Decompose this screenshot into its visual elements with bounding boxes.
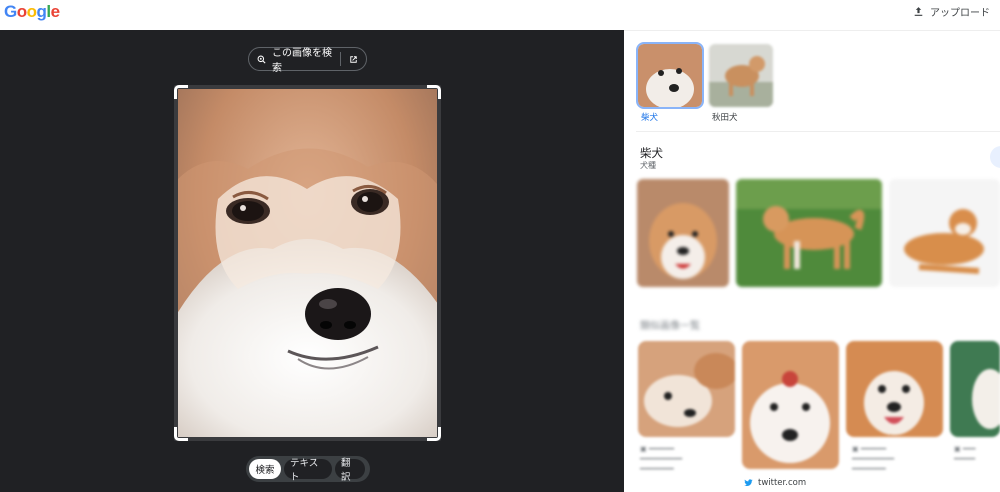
source-twitter[interactable]: twitter.com: [744, 478, 806, 488]
search-this-image-label: この画像を検索: [272, 48, 332, 74]
shiba-photo: [178, 89, 437, 437]
crop-handle-top-right[interactable]: [427, 85, 441, 99]
twitter-bird-icon: [744, 479, 753, 487]
similar-image-1-meta: ▣ ━━━━━━ ━━━━━━━━━━ ━━━━━━━━: [640, 445, 683, 473]
results-divider: [636, 131, 1000, 132]
crop-handle-top-left[interactable]: [174, 85, 188, 99]
lens-search-icon: [257, 55, 266, 64]
entity-image-3[interactable]: [889, 179, 1000, 287]
tag-akita-thumbnail: [709, 44, 773, 107]
tag-shiba-label: 柴犬: [641, 113, 659, 123]
similar-images-heading: 類似画像一覧: [640, 321, 700, 332]
similar-image-3[interactable]: [846, 341, 943, 437]
mode-search-button[interactable]: 検索: [249, 459, 281, 479]
tag-shiba[interactable]: 柴犬: [636, 42, 704, 123]
similar-image-4-meta: ▣ ━━━ ━━━━━: [954, 445, 976, 463]
chip-divider: [340, 52, 341, 66]
similar-image-1[interactable]: [638, 341, 735, 437]
similar-image-3-meta: ▣ ━━━━━━ ━━━━━━━━━━ ━━━━━━━━: [852, 445, 895, 473]
lens-mode-selector: 検索 テキスト 翻訳: [246, 456, 370, 483]
entity-action-chip[interactable]: [990, 146, 1000, 168]
entity-image-2[interactable]: [736, 179, 882, 287]
search-this-image-button[interactable]: この画像を検索: [248, 47, 367, 74]
mode-translate-button[interactable]: 翻訳: [335, 458, 365, 483]
lens-image-panel: この画像を検索 検索 テキスト 翻訳: [0, 30, 624, 492]
google-logo[interactable]: Google: [4, 2, 60, 22]
crop-handle-bottom-left[interactable]: [174, 427, 188, 441]
crop-handle-bottom-right[interactable]: [427, 427, 441, 441]
open-in-new-icon[interactable]: [348, 54, 359, 65]
uploaded-dog-image[interactable]: [174, 85, 441, 441]
tag-akita-label: 秋田犬: [712, 113, 738, 123]
source-twitter-label: twitter.com: [758, 478, 807, 488]
tag-shiba-thumbnail: [636, 42, 704, 109]
entity-image-1[interactable]: [637, 179, 729, 287]
similar-image-2[interactable]: [742, 341, 839, 469]
upload-icon: [914, 7, 923, 16]
mode-text-button[interactable]: テキスト: [284, 458, 332, 483]
results-panel: 柴犬 秋田犬 柴犬 犬種 類似画像一覧 ▣ ━━━━━━ ━━━━━━━━━━ ━━…: [624, 30, 1000, 492]
tag-akita[interactable]: 秋田犬: [709, 44, 773, 123]
entity-subtitle: 犬種: [640, 161, 656, 170]
top-bar: Google アップロード: [0, 0, 1000, 30]
entity-title[interactable]: 柴犬: [640, 145, 663, 161]
upload-label: アップロード: [930, 8, 990, 19]
upload-button[interactable]: アップロード: [912, 4, 990, 19]
similar-image-4[interactable]: [950, 341, 1000, 437]
